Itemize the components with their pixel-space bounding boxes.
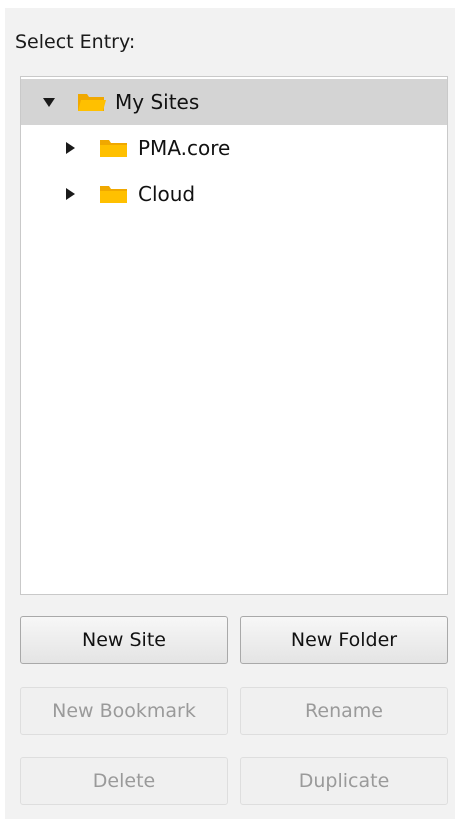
new-site-button[interactable]: New Site [20, 616, 228, 664]
tree-item-my-sites[interactable]: My Sites [21, 79, 447, 125]
folder-icon [99, 183, 129, 205]
expand-right-icon[interactable] [62, 186, 78, 202]
folder-open-icon [77, 91, 107, 113]
tree-item-label: My Sites [115, 90, 200, 114]
expand-right-icon[interactable] [62, 140, 78, 156]
duplicate-button: Duplicate [240, 757, 448, 805]
tree-item-pma-core[interactable]: PMA.core [21, 125, 447, 171]
expand-down-icon[interactable] [41, 94, 57, 110]
rename-button: Rename [240, 687, 448, 735]
delete-button: Delete [20, 757, 228, 805]
tree-item-label: Cloud [138, 182, 196, 206]
select-entry-label: Select Entry: [15, 31, 136, 53]
new-folder-button[interactable]: New Folder [240, 616, 448, 664]
new-bookmark-button: New Bookmark [20, 687, 228, 735]
site-tree[interactable]: My Sites PMA.core Cloud [20, 76, 448, 595]
folder-icon [99, 137, 129, 159]
tree-item-cloud[interactable]: Cloud [21, 171, 447, 217]
tree-item-label: PMA.core [138, 136, 231, 160]
